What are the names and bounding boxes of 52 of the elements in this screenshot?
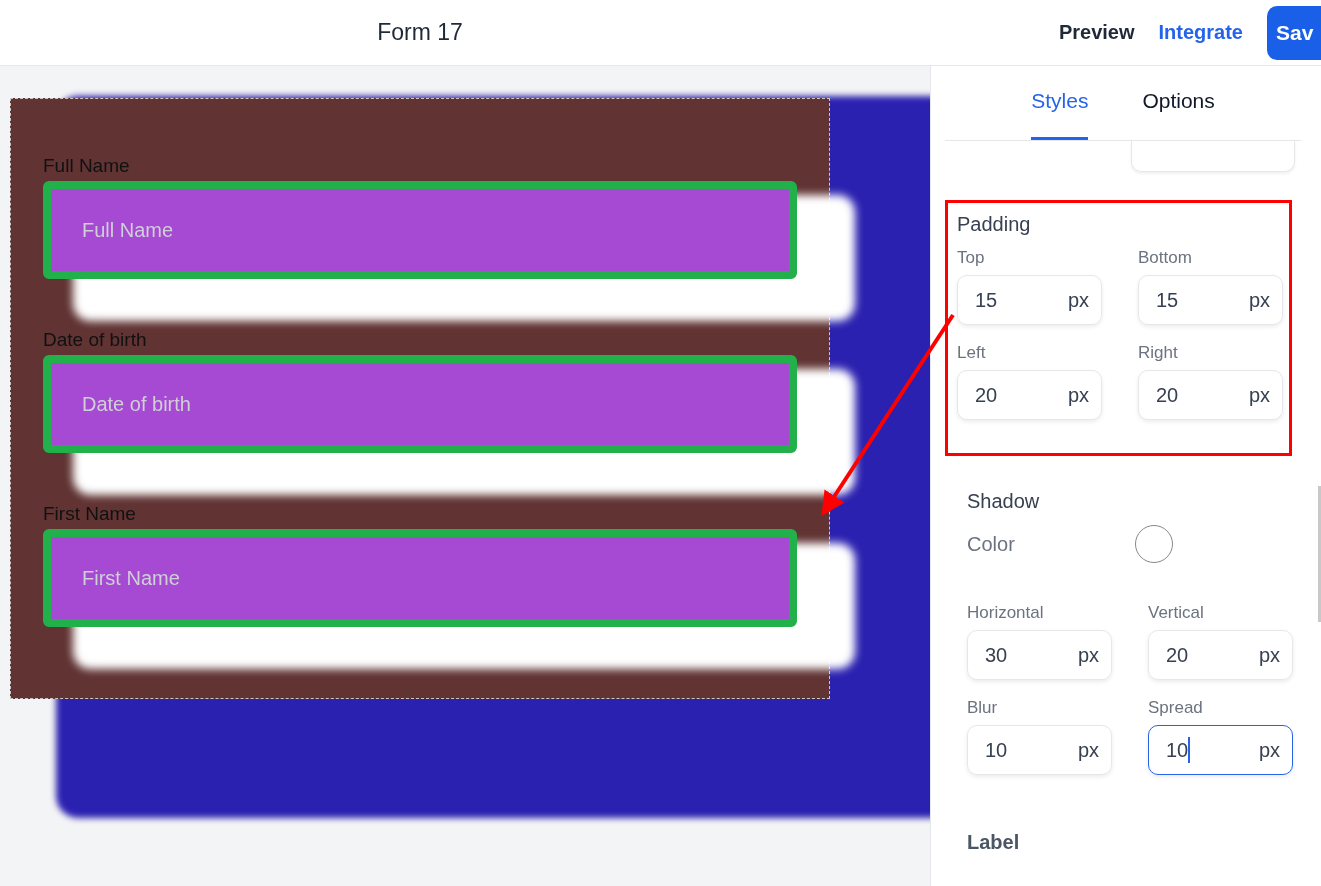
field-label: Horizontal <box>967 603 1045 623</box>
unit-label: px <box>1067 383 1089 407</box>
section-title: Padding <box>957 213 1032 236</box>
unit-label: px <box>1077 643 1099 667</box>
unit-label: px <box>1248 383 1270 407</box>
tab[interactable]: Styles <box>1031 89 1089 140</box>
field-label: Color <box>967 532 1016 556</box>
input-value: 20 <box>975 383 998 407</box>
text-input[interactable]: Date of birth <box>43 355 797 453</box>
field-label: Left <box>957 343 987 363</box>
header-link[interactable]: Preview <box>1058 21 1135 44</box>
number-input[interactable]: 20 px <box>1138 370 1283 420</box>
header-link[interactable]: Integrate <box>1158 21 1243 44</box>
input-value: 20 <box>1156 383 1179 407</box>
scrollbar[interactable] <box>1318 486 1321 622</box>
field-label: Spread <box>1148 698 1204 718</box>
text-cursor <box>1188 737 1191 763</box>
section-title: Shadow <box>967 490 1041 513</box>
input-value: 15 <box>975 288 998 312</box>
number-input[interactable]: 20 px <box>1148 630 1293 680</box>
field-label: Date of birth <box>43 329 148 351</box>
color-swatch[interactable] <box>1135 525 1173 563</box>
number-input[interactable]: 20 px <box>957 370 1102 420</box>
field-label: Full Name <box>43 155 131 177</box>
field-label: Blur <box>967 698 999 718</box>
unit-label: px <box>1258 643 1280 667</box>
unit-label: px <box>1248 288 1270 312</box>
tab[interactable]: Options <box>1142 89 1215 140</box>
number-input[interactable]: 30 px <box>967 630 1112 680</box>
unit-label: px <box>1067 288 1089 312</box>
input-field[interactable] <box>1131 141 1295 172</box>
input-value: 10 <box>985 738 1008 762</box>
text-input[interactable]: First Name <box>43 529 797 627</box>
input-value: 15 <box>1156 288 1179 312</box>
unit-label: px <box>1258 738 1280 762</box>
number-input[interactable]: 10 px <box>967 725 1112 775</box>
field-label: First Name <box>43 503 137 525</box>
form-title: Form 17 <box>376 19 464 46</box>
input-value: 30 <box>985 643 1008 667</box>
input-value: 10 <box>1166 738 1189 762</box>
number-input[interactable]: 15 px <box>957 275 1102 325</box>
field-label: Bottom <box>1138 248 1193 268</box>
field-label: Vertical <box>1148 603 1205 623</box>
section-title: Label <box>967 831 1021 854</box>
text-input[interactable]: Full Name <box>43 181 797 279</box>
unit-label: px <box>1077 738 1099 762</box>
number-input[interactable]: 10 px <box>1148 725 1293 775</box>
input-value: 20 <box>1166 643 1189 667</box>
save-button[interactable]: Sav <box>1267 5 1321 60</box>
field-label: Right <box>1138 343 1179 363</box>
number-input[interactable]: 15 px <box>1138 275 1283 325</box>
field-label: Top <box>957 248 986 268</box>
